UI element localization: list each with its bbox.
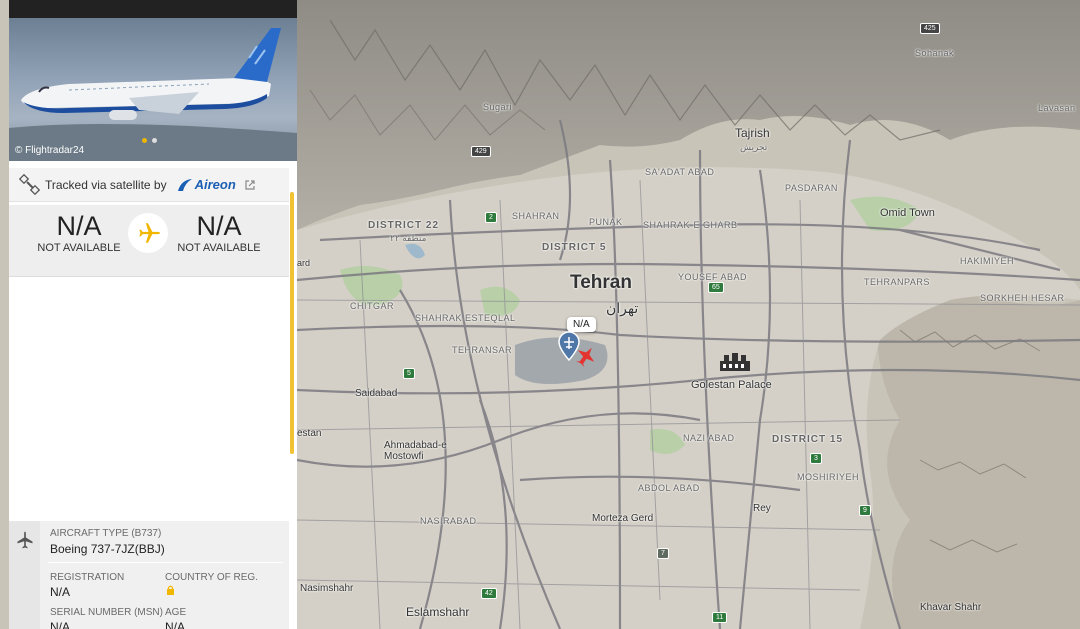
map-label-district-15: DISTRICT 15 [772, 434, 844, 445]
map-label-abdol-abad: ABDOL ABAD [638, 483, 700, 493]
route-shield: 5 [403, 368, 415, 379]
route-shield: 65 [708, 282, 724, 293]
aircraft-photo[interactable]: © Flightradar24 [9, 18, 297, 161]
map-label-district-5: DISTRICT 5 [542, 242, 607, 253]
map-label-saidabad: Saidabad [355, 388, 398, 399]
lock-icon [167, 585, 174, 595]
map-label-district-22-fa: منطقه ۲۲ [390, 233, 427, 243]
details-divider [48, 562, 283, 563]
aircraft-type-label: AIRCRAFT TYPE (B737) [50, 528, 162, 539]
map-label-khavar-shahr: Khavar Shahr [920, 602, 982, 613]
map-label-tehran: Tehran [570, 272, 632, 293]
origin-city: NOT AVAILABLE [37, 242, 121, 254]
map-label-sorkheh-hesar: SORKHEH HESAR [980, 293, 1065, 303]
map-label-tehranpars: TEHRANPARS [864, 277, 930, 287]
map-label-sugari: Sugari [483, 102, 513, 112]
panel-scrollbar[interactable] [290, 192, 294, 454]
map-label-lavasan: Lavasan [1038, 103, 1076, 113]
map-label-punak: PUNAK [589, 217, 623, 227]
country-label: COUNTRY OF REG. [165, 572, 258, 583]
map-label-morteza-gerd: Morteza Gerd [592, 513, 654, 524]
route-shield: 9 [859, 505, 871, 516]
map-label-estan: estan [297, 428, 322, 439]
age-label: AGE [165, 607, 187, 618]
map-label-moshiriyeh: MOSHIRIYEH [797, 472, 860, 482]
map-label-omid-town: Omid Town [880, 207, 935, 219]
serial-number-value: N/A [50, 620, 71, 629]
serial-number-label: SERIAL NUMBER (MSN) [50, 607, 163, 618]
registration-value: N/A [50, 585, 71, 599]
route-shield: 3 [810, 453, 822, 464]
aireon-logo[interactable]: Aireon [177, 177, 236, 192]
map-label-district-22: DISTRICT 22 [368, 220, 440, 231]
route-shield: 42 [481, 588, 497, 599]
route-shield: 7 [657, 548, 669, 559]
map-label-chitgar: CHITGAR [350, 301, 394, 311]
flight-details-panel: © Flightradar24 Tracked via satellite by… [9, 0, 297, 629]
map-label-tajrish-fa: تجریش [740, 142, 768, 152]
route-summary: N/A NOT AVAILABLE N/A NOT AVAILABLE [9, 205, 289, 277]
satellite-icon [19, 173, 41, 195]
map-label-hakimiyeh: HAKIMIYEH [960, 256, 1015, 266]
registration-label: REGISTRATION [50, 572, 125, 583]
photo-carousel-dots[interactable] [142, 138, 157, 143]
aircraft-type-icon [17, 531, 33, 549]
aircraft-type-value: Boeing 737-7JZ(BBJ) [50, 542, 165, 556]
external-link-icon[interactable] [244, 179, 256, 191]
age-value: N/A [165, 620, 186, 629]
tracking-text: Tracked via satellite by [45, 177, 167, 192]
map-label-nazi-abad: NAZI ABAD [683, 433, 735, 443]
route-shield: 429 [471, 146, 491, 157]
map-label-shahran: SHAHRAN [512, 211, 560, 221]
aireon-logo-icon [177, 178, 192, 191]
aircraft-details-section: AIRCRAFT TYPE (B737) Boeing 737-7JZ(BBJ)… [9, 521, 289, 629]
map-label-shahrak-esteqlal: SHAHRAK ESTEQLAL [415, 313, 516, 323]
palace-icon [720, 353, 750, 371]
route-shield: 425 [920, 23, 940, 34]
map-label-eslamshahr: Eslamshahr [406, 605, 470, 619]
map-label-saadat-abad: SA'ADAT ABAD [645, 167, 715, 177]
aircraft-marker-label[interactable]: N/A [567, 317, 596, 332]
map-label-rey: Rey [753, 503, 771, 514]
satellite-tracking-bar[interactable]: Tracked via satellite by Aireon [9, 168, 289, 202]
map-label-yousef-abad: YOUSEF ABAD [678, 272, 748, 282]
map-label-nasirabad: NASIRABAD [420, 516, 477, 526]
route-shield: 2 [485, 212, 497, 223]
map-label-golestan-palace: Golestan Palace [691, 379, 772, 391]
map-label-tajrish: Tajrish [735, 126, 770, 140]
aireon-label: Aireon [194, 177, 236, 192]
map-label-ahmadabad: Ahmadabad-e Mostowfi [384, 440, 447, 462]
map-label-ard: ard [297, 258, 311, 268]
carousel-dot[interactable] [152, 138, 157, 143]
map-label-nasimshahr: Nasimshahr [300, 583, 354, 594]
details-side-rail [9, 521, 40, 629]
aircraft-icon[interactable] [575, 345, 597, 367]
destination-block[interactable]: N/A NOT AVAILABLE [149, 205, 289, 254]
destination-code: N/A [196, 211, 242, 241]
carousel-dot-active[interactable] [142, 138, 147, 143]
map-label-shahrak-gharb: SHAHRAK-E GHARB [643, 220, 738, 230]
map-label-tehran-fa: تهران [606, 300, 639, 316]
details-body: AIRCRAFT TYPE (B737) Boeing 737-7JZ(BBJ)… [40, 521, 287, 629]
map-label-tehransar: TEHRANSAR [452, 345, 513, 355]
map-label-sohanak: Sohanak [915, 48, 955, 58]
photo-credit: © Flightradar24 [15, 145, 85, 156]
destination-city: NOT AVAILABLE [177, 242, 261, 254]
route-shield: 11 [712, 612, 728, 623]
map-label-pasdaran: PASDARAN [785, 183, 838, 193]
panel-header-bar [9, 0, 297, 18]
